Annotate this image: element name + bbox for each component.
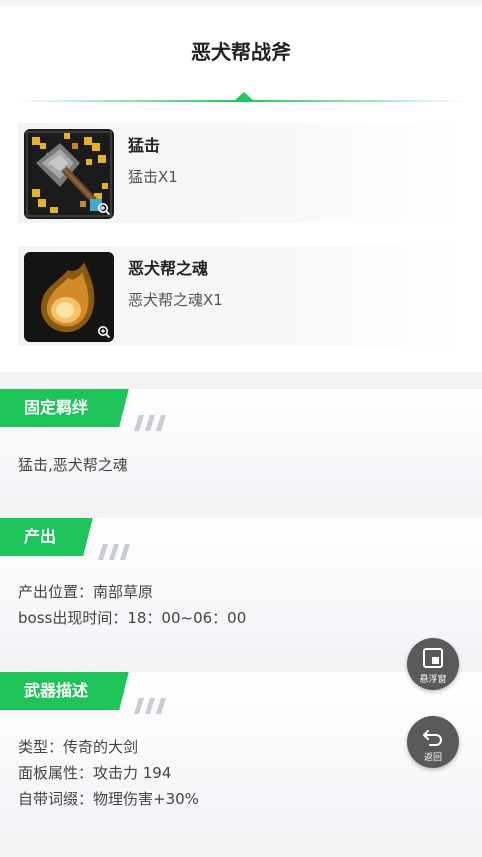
zoom-icon[interactable]	[97, 202, 111, 216]
back-arrow-icon	[423, 730, 442, 746]
stripe-decoration-icon	[134, 415, 166, 431]
bond-text: 猛击,恶犬帮之魂	[18, 456, 128, 474]
boss-spawn-time: boss出现时间：18：00~06：00	[18, 609, 247, 627]
section-tag: 武器描述	[0, 672, 116, 710]
material-item[interactable]: 恶犬帮之魂 恶犬帮之魂X1	[18, 246, 464, 346]
material-quantity: 恶犬帮之魂X1	[128, 291, 223, 309]
floating-window-label: 悬浮窗	[419, 675, 447, 685]
material-quantity: 猛击X1	[128, 168, 178, 186]
section-tag: 产出	[0, 518, 80, 556]
back-button[interactable]: 返回	[407, 716, 459, 768]
weapon-type: 类型：传奇的大剑	[18, 738, 139, 756]
bond-section: 固定羁绊 猛击,恶犬帮之魂	[0, 389, 482, 497]
weapon-stats: 面板属性：攻击力 194	[18, 764, 172, 782]
weapon-affix: 自带词缀：物理伤害+30%	[18, 790, 199, 808]
page-title: 恶犬帮战斧	[191, 40, 291, 64]
stripe-decoration-icon	[98, 544, 130, 560]
stripe-decoration-icon	[134, 698, 166, 714]
output-location: 产出位置：南部草原	[18, 583, 154, 601]
material-name: 猛击	[128, 136, 161, 155]
axe-weapon-icon[interactable]	[24, 129, 114, 219]
section-tag: 固定羁绊	[0, 389, 116, 427]
title-divider-marker	[234, 92, 254, 101]
material-item[interactable]: 猛击 猛击X1	[18, 123, 464, 223]
back-label: 返回	[423, 753, 442, 763]
soul-flame-icon[interactable]	[24, 252, 114, 342]
output-section: 产出 产出位置：南部草原 boss出现时间：18：00~06：00	[0, 518, 482, 652]
page: 恶犬帮战斧 猛击 猛击X1 恶犬帮之魂 恶犬帮之魂X1 固定羁绊 猛击,恶犬帮之…	[0, 0, 482, 857]
zoom-icon[interactable]	[97, 325, 111, 339]
material-name: 恶犬帮之魂	[128, 259, 209, 278]
floating-window-button[interactable]: 悬浮窗	[407, 638, 459, 690]
floating-window-icon	[423, 648, 443, 668]
